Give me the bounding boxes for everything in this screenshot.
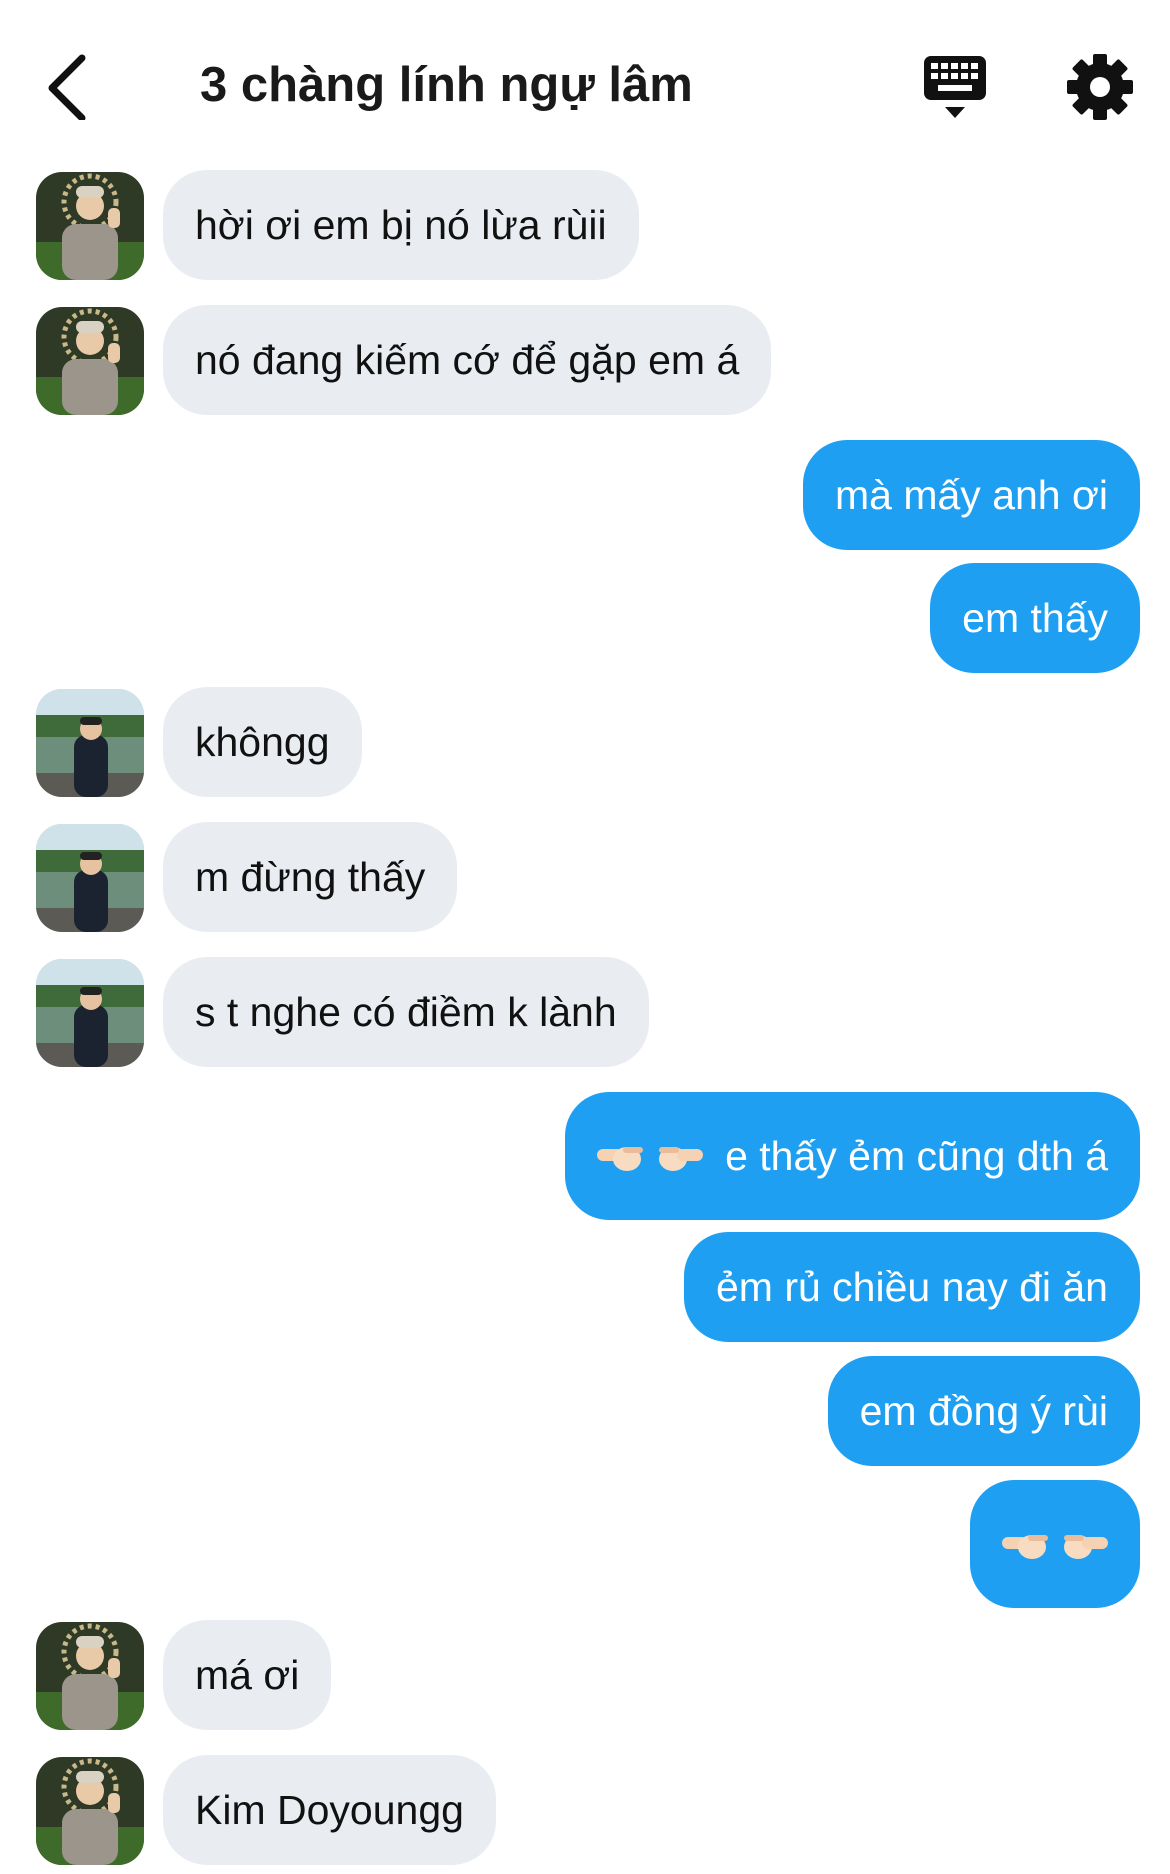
message-bubble[interactable]: ẻm rủ chiều nay đi ăn: [683, 1232, 1140, 1342]
chat-header: 3 chàng lính ngự lâm: [0, 0, 1170, 165]
avatar[interactable]: [36, 689, 144, 797]
avatar[interactable]: [36, 1622, 144, 1730]
message-bubble[interactable]: nó đang kiếm cớ để gặp em á: [163, 305, 772, 415]
message-bubble[interactable]: [970, 1480, 1140, 1608]
chat-title: 3 chàng lính ngự lâm: [200, 58, 693, 112]
settings-button[interactable]: [1063, 50, 1137, 124]
message-bubble[interactable]: khôngg: [163, 687, 362, 797]
message-bubble[interactable]: m đừng thấy: [163, 822, 458, 932]
pointing-hands-emoji: [1002, 1483, 1108, 1611]
message-bubble[interactable]: em đồng ý rùi: [827, 1356, 1140, 1466]
gear-icon: [1067, 54, 1133, 120]
avatar[interactable]: [36, 959, 144, 1067]
keyboard-icon: [924, 56, 986, 118]
back-button[interactable]: [40, 50, 100, 122]
message-bubble[interactable]: má ơi: [163, 1620, 332, 1730]
pointing-hands-emoji: [597, 1095, 704, 1223]
message-bubble[interactable]: Kim Doyoungg: [163, 1755, 496, 1865]
avatar[interactable]: [36, 172, 144, 280]
avatar[interactable]: [36, 1757, 144, 1865]
message-bubble[interactable]: hời ơi em bị nó lừa rùii: [163, 170, 639, 280]
message-bubble[interactable]: em thấy: [930, 563, 1140, 673]
message-bubble[interactable]: s t nghe có điềm k lành: [163, 957, 649, 1067]
avatar[interactable]: [36, 824, 144, 932]
message-text: e thấy ẻm cũng dth á: [725, 1133, 1108, 1179]
keyboard-button[interactable]: [920, 52, 990, 122]
message-bubble[interactable]: e thấy ẻm cũng dth á: [565, 1092, 1140, 1220]
avatar[interactable]: [36, 307, 144, 415]
chevron-left-icon: [48, 54, 86, 122]
message-bubble[interactable]: mà mấy anh ơi: [803, 440, 1140, 550]
